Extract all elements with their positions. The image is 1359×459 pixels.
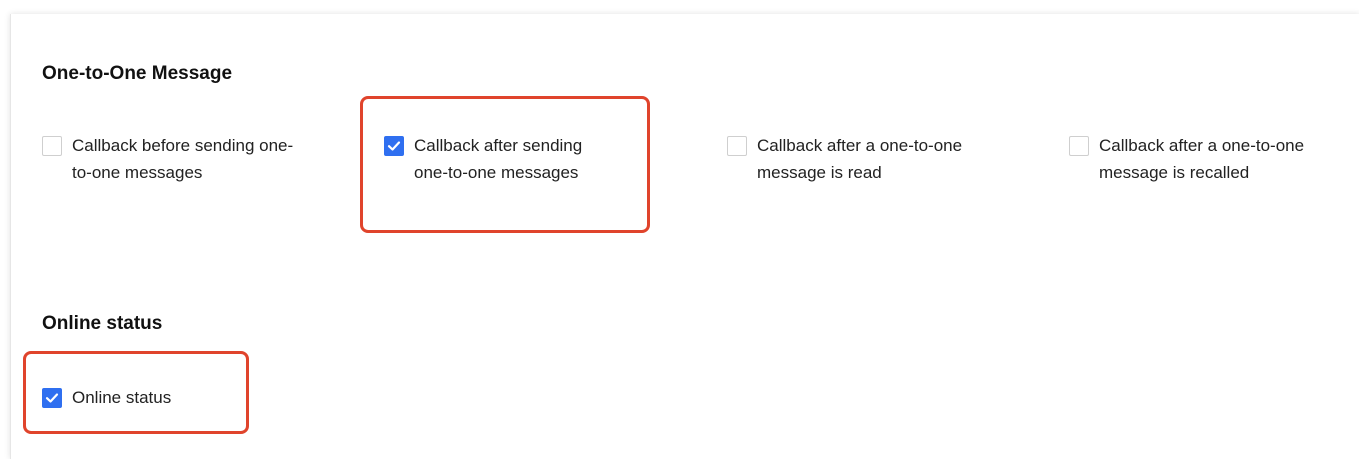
callback-before-sending-checkbox[interactable] xyxy=(42,136,62,156)
check-icon xyxy=(45,393,59,403)
check-icon xyxy=(387,141,401,151)
callback-after-read-label: Callback after a one-to-one message is r… xyxy=(757,136,963,182)
option-callback-after-read[interactable]: Callback after a one-to-one message is r… xyxy=(727,132,962,186)
option-online-status[interactable]: Online status xyxy=(42,384,171,411)
section-title-one-to-one-message: One-to-One Message xyxy=(42,63,233,84)
option-callback-before-sending[interactable]: Callback before sending one- to-one mess… xyxy=(42,132,293,186)
option-callback-after-recalled[interactable]: Callback after a one-to-one message is r… xyxy=(1069,132,1304,186)
section-title-online-status: Online status xyxy=(42,313,163,334)
callback-after-read-checkbox[interactable] xyxy=(727,136,747,156)
option-callback-after-sending[interactable]: Callback after sending one-to-one messag… xyxy=(384,132,582,186)
online-status-checkbox[interactable] xyxy=(42,388,62,408)
callback-after-recalled-checkbox[interactable] xyxy=(1069,136,1089,156)
callback-before-sending-label: Callback before sending one- to-one mess… xyxy=(72,136,294,182)
online-status-label: Online status xyxy=(72,388,172,407)
callback-after-recalled-label: Callback after a one-to-one message is r… xyxy=(1099,136,1305,182)
callback-after-sending-label: Callback after sending one-to-one messag… xyxy=(414,136,583,182)
callback-after-sending-checkbox[interactable] xyxy=(384,136,404,156)
